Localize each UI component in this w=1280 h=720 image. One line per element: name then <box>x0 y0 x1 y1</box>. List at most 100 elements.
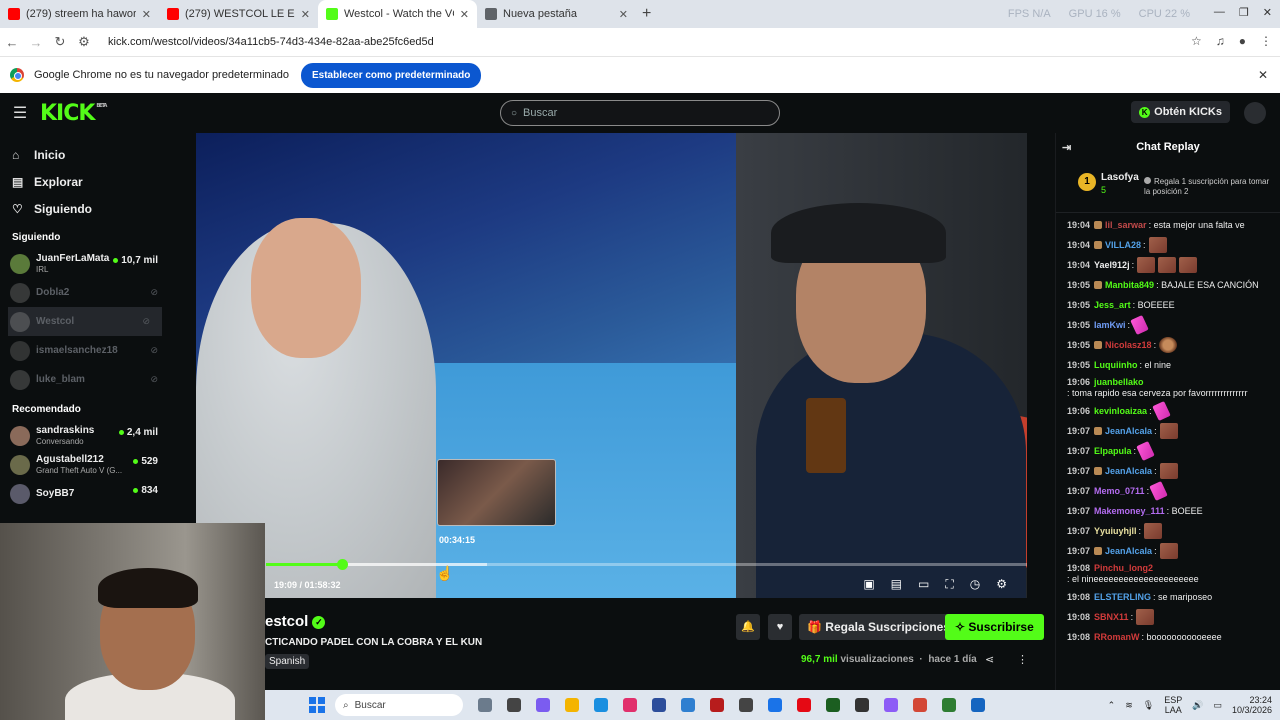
message-username[interactable]: Jess_art <box>1094 300 1131 311</box>
taskbar-app-icon[interactable] <box>681 698 695 712</box>
taskbar-app-icon[interactable] <box>971 698 985 712</box>
following-channel[interactable]: luke_blam ⊘ <box>0 365 170 394</box>
taskbar-app-icon[interactable] <box>565 698 579 712</box>
message-username[interactable]: Elpapula <box>1094 446 1132 457</box>
taskbar-search[interactable]: ⌕ Buscar <box>335 694 463 716</box>
hamburger-menu-icon[interactable]: ☰ <box>0 103 40 123</box>
forward-icon[interactable]: → <box>24 35 48 50</box>
minimize-icon[interactable]: — <box>1214 6 1225 19</box>
recommended-channel[interactable]: sandraskins Conversando 2,4 mil <box>0 421 170 450</box>
taskbar-app-icon[interactable] <box>913 698 927 712</box>
recommended-channel[interactable]: SoyBB7 834 <box>0 479 170 508</box>
subscribe-button[interactable]: ✧ Suscribirse <box>945 614 1044 640</box>
message-username[interactable]: Luquiinho <box>1094 360 1137 371</box>
settings-gear-icon[interactable]: ⚙ <box>996 577 1007 592</box>
following-channel[interactable]: Dobla2 ⊘ <box>0 278 170 307</box>
speed-icon[interactable]: ◷ <box>970 577 980 592</box>
profile-avatar[interactable]: ● <box>1239 34 1246 48</box>
wifi-icon[interactable]: ≋ <box>1125 700 1133 711</box>
gift-subs-button[interactable]: 🎁 Regala Suscripciones <box>799 614 958 640</box>
close-icon[interactable]: ✕ <box>1258 68 1268 82</box>
miniplayer-icon[interactable]: ▣ <box>863 577 874 592</box>
message-username[interactable]: ELSTERLING <box>1094 592 1151 603</box>
message-username[interactable]: Memo_0711 <box>1094 486 1145 497</box>
taskbar-app-icon[interactable] <box>797 698 811 712</box>
close-tab-icon[interactable]: ✕ <box>142 8 151 21</box>
message-username[interactable]: RRomanW <box>1094 632 1140 643</box>
message-username[interactable]: JeanAlcala <box>1105 426 1152 437</box>
message-username[interactable]: VILLA28 <box>1105 240 1141 251</box>
taskbar-app-icon[interactable] <box>942 698 956 712</box>
tab-2[interactable]: (279) WESTCOL LE EXPLICA ✕ <box>159 0 318 28</box>
streamer-name[interactable]: estcol ✓ <box>265 613 326 630</box>
message-username[interactable]: Yael912j <box>1094 260 1130 271</box>
volume-icon[interactable]: 🔊 <box>1192 700 1203 711</box>
taskbar-app-icon[interactable] <box>826 698 840 712</box>
taskbar-app-icon[interactable] <box>739 698 753 712</box>
message-username[interactable]: Makemoney_111 <box>1094 506 1165 517</box>
message-username[interactable]: SBNX11 <box>1094 612 1129 623</box>
nav-item-siguiendo[interactable]: ♡ Siguiendo <box>0 195 170 222</box>
message-username[interactable]: Manbita849 <box>1105 280 1154 291</box>
taskbar-app-icon[interactable] <box>478 698 492 712</box>
taskbar-app-icon[interactable] <box>507 698 521 712</box>
taskbar-app-icon[interactable] <box>884 698 898 712</box>
language-tag[interactable]: Spanish <box>265 654 310 669</box>
message-username[interactable]: Nicolasz18 <box>1105 340 1152 351</box>
battery-icon[interactable]: ▭ <box>1213 700 1222 711</box>
user-avatar[interactable] <box>1244 102 1266 124</box>
notification-bell-button[interactable]: 🔔 <box>736 614 760 640</box>
close-tab-icon[interactable]: ✕ <box>301 8 310 21</box>
taskbar-app-icon[interactable] <box>594 698 608 712</box>
following-channel[interactable]: Westcol ⊘ <box>8 307 162 336</box>
taskbar-app-icon[interactable] <box>768 698 782 712</box>
media-icon[interactable]: ♫ <box>1216 34 1225 48</box>
language-indicator[interactable]: ESP LAA <box>1164 695 1182 715</box>
follow-heart-button[interactable]: ♥ <box>768 614 792 640</box>
taskbar-app-icon[interactable] <box>710 698 724 712</box>
clock[interactable]: 23:24 10/3/2026 <box>1232 695 1272 715</box>
reload-icon[interactable]: ↻ <box>48 34 72 50</box>
share-icon[interactable]: ⋖ <box>985 653 994 666</box>
set-default-button[interactable]: Establecer como predeterminado <box>301 62 482 88</box>
mic-icon[interactable]: 🎙 <box>1143 700 1154 711</box>
back-icon[interactable]: ← <box>0 35 24 50</box>
close-tab-icon[interactable]: ✕ <box>460 8 469 21</box>
get-kicks-button[interactable]: K Obtén KICKs <box>1131 101 1230 123</box>
close-window-icon[interactable]: ✕ <box>1263 6 1272 19</box>
search-input[interactable]: ○ Buscar <box>500 100 780 126</box>
message-username[interactable]: JeanAlcala <box>1105 466 1152 477</box>
clip-icon[interactable]: ▤ <box>891 577 902 592</box>
start-button[interactable] <box>309 697 325 713</box>
message-username[interactable]: kevinloaizaa <box>1094 406 1147 417</box>
taskbar-app-icon[interactable] <box>623 698 637 712</box>
taskbar-app-icon[interactable] <box>855 698 869 712</box>
leader-name[interactable]: Lasofya <box>1101 172 1139 183</box>
bookmark-star-icon[interactable]: ☆ <box>1191 34 1202 48</box>
site-info-icon[interactable]: ⚙ <box>72 34 96 50</box>
recommended-channel[interactable]: Agustabell212 Grand Theft Auto V (G... 529 <box>0 450 170 479</box>
address-bar[interactable]: kick.com/westcol/videos/34a11cb5-74d3-43… <box>108 36 434 48</box>
message-username[interactable]: Yyuiuyhjll <box>1094 526 1137 537</box>
taskbar-app-icon[interactable] <box>536 698 550 712</box>
new-tab-button[interactable]: + <box>642 5 651 23</box>
video-player[interactable]: 00:34:15 19:09 / 01:58:32 ▣ ▤ ▭ ⛶ ◷ ⚙ ☝ <box>196 133 1027 598</box>
message-username[interactable]: JeanAlcala <box>1105 546 1152 557</box>
tab-3[interactable]: Westcol - Watch the VOD on Kick ✕ <box>318 0 477 28</box>
message-username[interactable]: Pinchu_long2 <box>1094 563 1153 574</box>
kick-logo[interactable]: KICK BETA <box>40 101 107 126</box>
tab-4[interactable]: Nueva pestaña ✕ <box>477 0 636 28</box>
message-username[interactable]: juanbellako <box>1094 377 1144 388</box>
collapse-chat-icon[interactable]: ⇥ <box>1062 141 1071 154</box>
theater-mode-icon[interactable]: ▭ <box>918 577 929 592</box>
nav-item-inicio[interactable]: ⌂ Inicio <box>0 141 170 168</box>
message-username[interactable]: IamKwi <box>1094 320 1126 331</box>
menu-kebab-icon[interactable]: ⋮ <box>1260 34 1272 48</box>
taskbar-app-icon[interactable] <box>652 698 666 712</box>
fullscreen-icon[interactable]: ⛶ <box>945 577 953 592</box>
following-channel[interactable]: JuanFerLaMata IRL 10,7 mil <box>0 249 170 278</box>
more-options-icon[interactable]: ⋮ <box>1017 653 1028 666</box>
message-username[interactable]: lil_sarwar <box>1105 220 1147 231</box>
following-channel[interactable]: ismaelsanchez18 ⊘ <box>0 336 170 365</box>
chevron-up-icon[interactable]: ⌃ <box>1108 700 1116 711</box>
